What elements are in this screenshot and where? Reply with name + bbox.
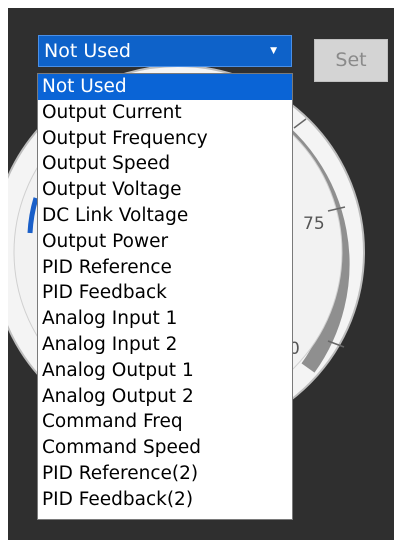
dropdown-option[interactable]: DC Link Voltage [38, 203, 292, 229]
dropdown-option[interactable]: PID Reference [38, 255, 292, 281]
signal-select-value: Not Used [44, 40, 131, 62]
gauge-panel: 75 0 Not Used ▼ Set Not Used Output Curre… [8, 8, 394, 540]
dropdown-option[interactable]: Output Current [38, 100, 292, 126]
dropdown-option[interactable]: Output Voltage [38, 177, 292, 203]
dropdown-option[interactable]: Analog Output 2 [38, 384, 292, 410]
dropdown-option[interactable]: Output Frequency [38, 126, 292, 152]
dropdown-option[interactable]: Analog Input 2 [38, 332, 292, 358]
set-button[interactable]: Set [314, 39, 388, 82]
dropdown-option[interactable]: Analog Input 1 [38, 306, 292, 332]
gauge-label-75: 75 [303, 214, 325, 234]
dropdown-option[interactable]: Analog Output 1 [38, 358, 292, 384]
dropdown-option[interactable]: PID Reference(2) [38, 461, 292, 487]
caret-down-icon: ▼ [270, 46, 277, 56]
dropdown-option[interactable]: PID Feedback(2) [38, 487, 292, 513]
dropdown-option[interactable]: Command Freq [38, 409, 292, 435]
signal-dropdown-list: Not Used Output Current Output Frequency Ou… [37, 73, 293, 520]
dropdown-option[interactable]: Output Speed [38, 151, 292, 177]
dropdown-option[interactable]: Not Used [38, 74, 292, 100]
signal-select[interactable]: Not Used ▼ [38, 35, 292, 67]
dropdown-option[interactable]: PID Feedback [38, 280, 292, 306]
dropdown-option[interactable]: Command Speed [38, 435, 292, 461]
dropdown-option[interactable]: Output Power [38, 229, 292, 255]
